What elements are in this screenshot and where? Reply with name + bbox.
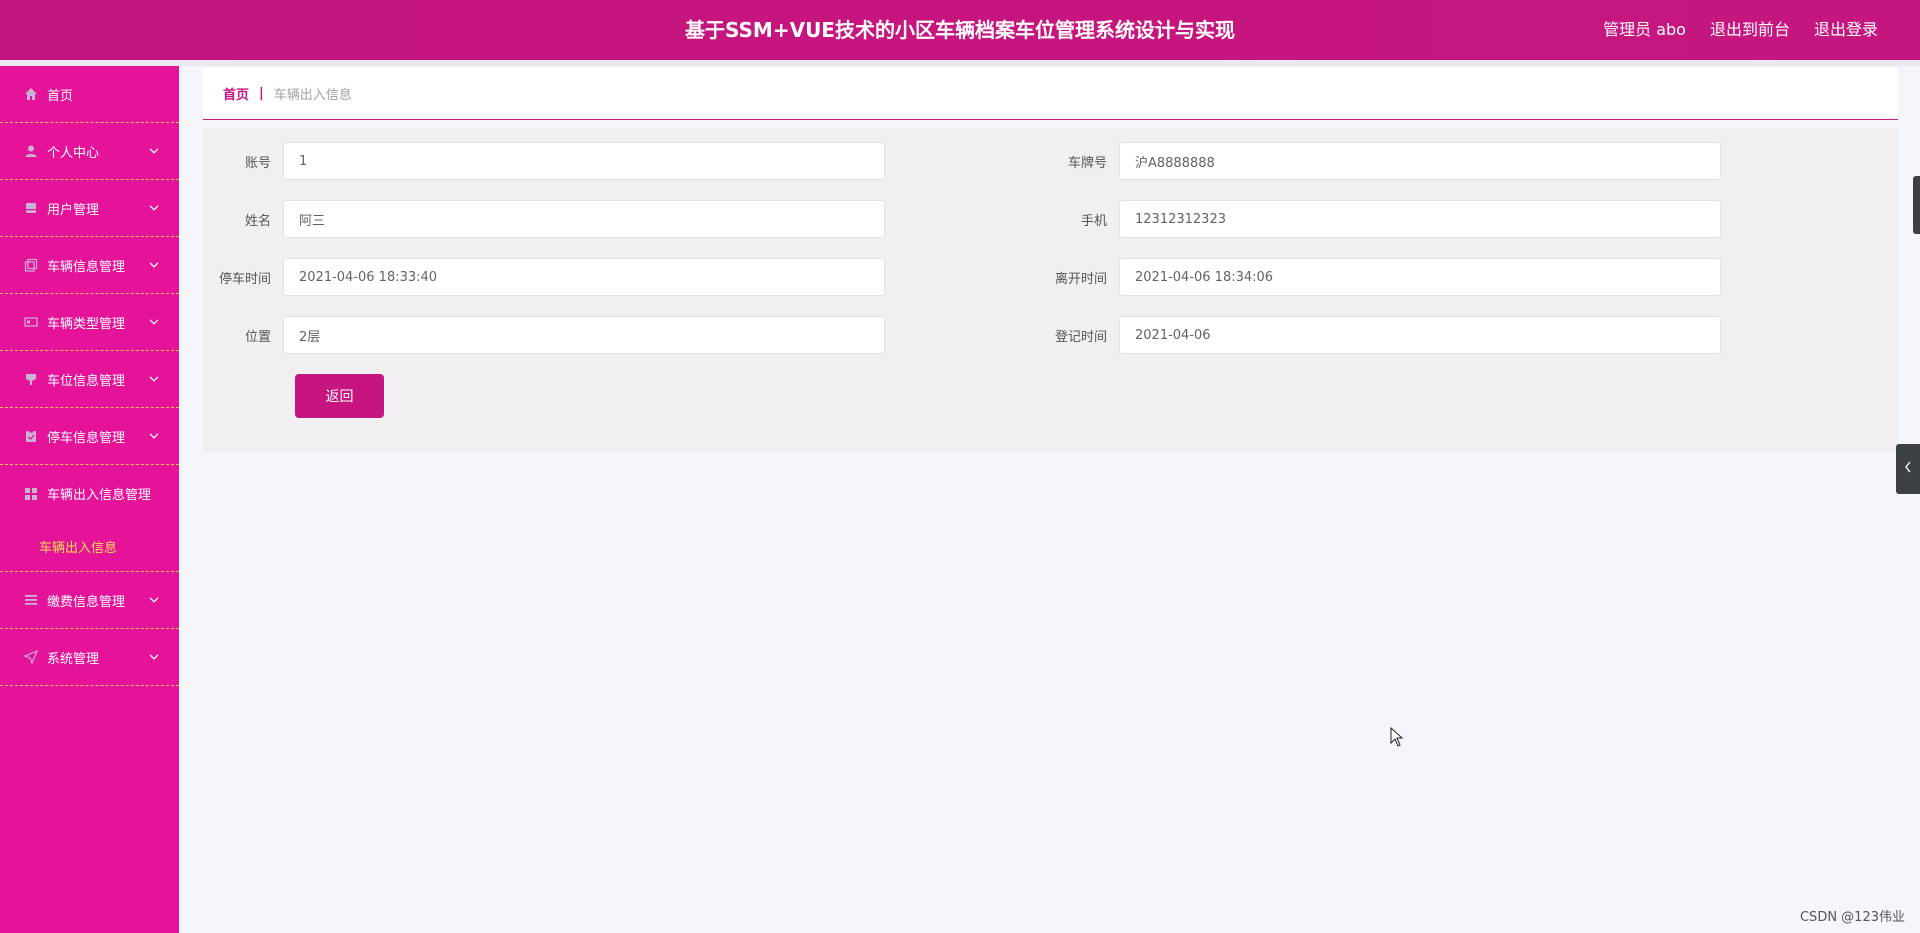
sidebar-item-vehicle-info[interactable]: 车辆信息管理 — [0, 237, 179, 294]
leave-time-input[interactable] — [1119, 258, 1721, 296]
sidebar-item-label: 车位信息管理 — [47, 373, 126, 389]
sidebar-item-users[interactable]: 用户管理 — [0, 180, 179, 237]
clipboard-icon — [23, 428, 39, 444]
account-label: 账号 — [244, 155, 271, 171]
chevron-down-icon — [149, 650, 159, 663]
name-input[interactable] — [283, 200, 885, 238]
collapse-panel-button[interactable] — [1896, 444, 1920, 494]
plate-input[interactable] — [1119, 142, 1721, 180]
phone-field-row: 手机 — [1039, 200, 1721, 238]
sidebar-item-payment[interactable]: 缴费信息管理 — [0, 572, 179, 629]
sidebar-item-label: 用户管理 — [47, 202, 100, 218]
name-label: 姓名 — [244, 213, 271, 229]
park-time-input[interactable] — [283, 258, 885, 296]
watermark: CSDN @123伟业 — [1799, 910, 1905, 925]
location-field-row: 位置 — [203, 316, 885, 354]
header-divider — [0, 60, 1920, 66]
sidebar-item-label: 车辆类型管理 — [47, 316, 126, 332]
sidebar-item-parking-info[interactable]: 停车信息管理 — [0, 408, 179, 465]
plate-field-row: 车牌号 — [1039, 142, 1721, 180]
chevron-down-icon — [149, 258, 159, 271]
header-links: 管理员 abo 退出到前台 退出登录 — [1603, 0, 1878, 60]
grid-icon — [23, 486, 39, 502]
admin-user-label[interactable]: 管理员 abo — [1603, 0, 1686, 60]
sidebar-item-home[interactable]: 首页 — [0, 66, 179, 123]
top-header: 基于SSM+VUE技术的小区车辆档案车位管理系统设计与实现 管理员 abo 退出… — [0, 0, 1920, 60]
sidebar-item-label: 系统管理 — [47, 651, 100, 667]
detail-form: 账号 车牌号 姓名 手机 停车时间 离开时间 位置 登记时间 返回 — [203, 128, 1898, 452]
back-to-front-link[interactable]: 退出到前台 — [1710, 0, 1790, 60]
park-time-field-row: 停车时间 — [203, 258, 885, 296]
sidebar-item-label: 首页 — [47, 88, 74, 104]
plate-label: 车牌号 — [1067, 155, 1107, 171]
register-time-input[interactable] — [1119, 316, 1721, 354]
logout-link[interactable]: 退出登录 — [1814, 0, 1878, 60]
name-field-row: 姓名 — [203, 200, 885, 238]
send-icon — [23, 649, 39, 665]
sidebar-item-label: 停车信息管理 — [47, 430, 126, 446]
location-input[interactable] — [283, 316, 885, 354]
chevron-down-icon — [149, 372, 159, 385]
sidebar-item-label: 车辆出入信息管理 — [47, 488, 152, 503]
copy-icon — [23, 257, 39, 273]
list-icon — [23, 592, 39, 608]
sidebar-item-label: 车辆信息管理 — [47, 259, 126, 275]
phone-input[interactable] — [1119, 200, 1721, 238]
sidebar-item-parking-space[interactable]: 车位信息管理 — [0, 351, 179, 408]
chevron-left-icon — [1904, 461, 1912, 477]
leave-time-field-row: 离开时间 — [1039, 258, 1721, 296]
chevron-down-icon — [149, 201, 159, 214]
user-icon — [23, 143, 39, 159]
sidebar-item-vehicle-inout[interactable]: 车辆出入信息管理 — [0, 465, 179, 522]
location-label: 位置 — [244, 329, 271, 345]
home-icon — [23, 86, 39, 102]
breadcrumb-current: 车辆出入信息 — [273, 88, 352, 103]
sidebar: 首页 个人中心 用户管理 车辆信息管理 车辆类型管理 车位信息管理 停车信息管理… — [0, 66, 179, 933]
sidebar-item-system[interactable]: 系统管理 — [0, 629, 179, 686]
sidebar-item-vehicle-type[interactable]: 车辆类型管理 — [0, 294, 179, 351]
account-input[interactable] — [283, 142, 885, 180]
register-time-field-row: 登记时间 — [1039, 316, 1721, 354]
card-icon — [23, 314, 39, 330]
breadcrumb-separator: | — [259, 86, 264, 101]
chevron-down-icon — [149, 429, 159, 442]
back-button[interactable]: 返回 — [295, 374, 384, 418]
phone-label: 手机 — [1080, 213, 1107, 229]
sidebar-item-profile[interactable]: 个人中心 — [0, 123, 179, 180]
sidebar-item-label: 缴费信息管理 — [47, 594, 126, 610]
side-panel-handle[interactable] — [1913, 176, 1920, 234]
cup-icon — [23, 371, 39, 387]
leave-time-label: 离开时间 — [1054, 271, 1107, 287]
chevron-down-icon — [149, 315, 159, 328]
sidebar-subitem-vehicle-inout-info[interactable]: 车辆出入信息 — [0, 522, 179, 572]
breadcrumb: 首页 | 车辆出入信息 — [203, 68, 1898, 120]
mouse-cursor-icon — [1390, 726, 1404, 752]
register-time-label: 登记时间 — [1054, 329, 1107, 345]
breadcrumb-home-link[interactable]: 首页 — [223, 84, 249, 103]
account-field-row: 账号 — [203, 142, 885, 180]
chevron-down-icon — [149, 593, 159, 606]
chevron-down-icon — [149, 144, 159, 157]
park-time-label: 停车时间 — [218, 271, 271, 287]
sidebar-item-label: 个人中心 — [47, 145, 100, 161]
printer-icon — [23, 200, 39, 216]
